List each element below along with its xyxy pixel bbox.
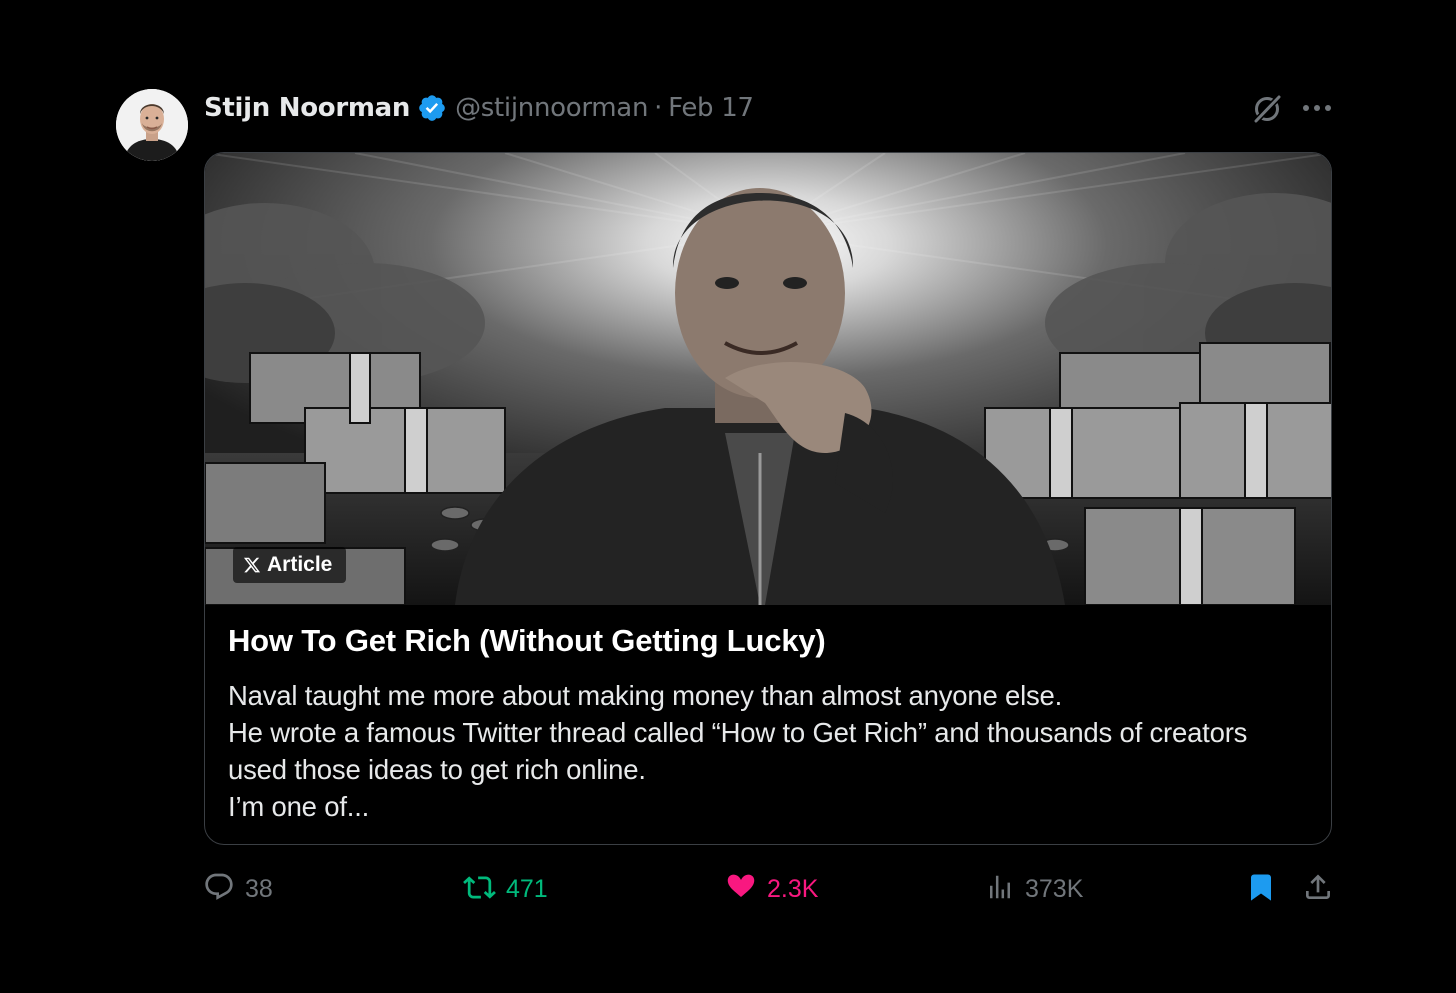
grok-icon[interactable]: [1249, 91, 1285, 127]
excerpt-line: used those ideas to get rich online.: [228, 754, 646, 785]
views-chart-icon: [985, 872, 1015, 906]
views-count: 373K: [1025, 874, 1084, 903]
share-icon: [1302, 871, 1334, 907]
verified-badge-icon[interactable]: [417, 93, 447, 123]
share-button[interactable]: [1302, 866, 1334, 912]
author-name[interactable]: Stijn Noorman: [204, 93, 410, 123]
x-logo-icon: [243, 556, 261, 574]
reply-button[interactable]: 38: [203, 866, 273, 912]
retweet-icon: [463, 871, 496, 908]
article-cover-image[interactable]: Article: [205, 153, 1331, 605]
like-count: 2.3K: [767, 874, 819, 903]
article-card[interactable]: Article How To Get Rich (Without Getting…: [204, 152, 1332, 845]
retweet-button[interactable]: 471: [463, 866, 548, 912]
retweet-count: 471: [506, 874, 548, 903]
bookmark-button[interactable]: [1246, 866, 1276, 912]
reply-icon: [203, 871, 235, 907]
more-options-icon[interactable]: [1299, 92, 1335, 124]
tweet-date[interactable]: Feb 17: [668, 93, 754, 123]
article-badge-label: Article: [267, 553, 333, 576]
reply-count: 38: [245, 874, 273, 903]
separator-dot: ·: [654, 93, 663, 123]
tweet-action-bar: 38 471 2.3K 373K: [0, 866, 1456, 912]
author-handle[interactable]: @stijnnoorman: [455, 93, 648, 123]
excerpt-line: I’m one of...: [228, 791, 370, 822]
like-button[interactable]: 2.3K: [725, 866, 818, 912]
heart-icon: [725, 871, 757, 907]
article-badge: Article: [233, 547, 347, 583]
excerpt-line: Naval taught me more about making money …: [228, 680, 1063, 711]
author-avatar[interactable]: [116, 89, 188, 161]
article-title[interactable]: How To Get Rich (Without Getting Lucky): [228, 623, 1308, 659]
tweet-header: Stijn Noorman @stijnnoorman · Feb 17: [204, 88, 754, 128]
bookmark-icon: [1246, 871, 1276, 907]
views-button[interactable]: 373K: [985, 866, 1083, 912]
excerpt-line: He wrote a famous Twitter thread called …: [228, 717, 1248, 748]
article-excerpt: Naval taught me more about making money …: [228, 677, 1313, 825]
